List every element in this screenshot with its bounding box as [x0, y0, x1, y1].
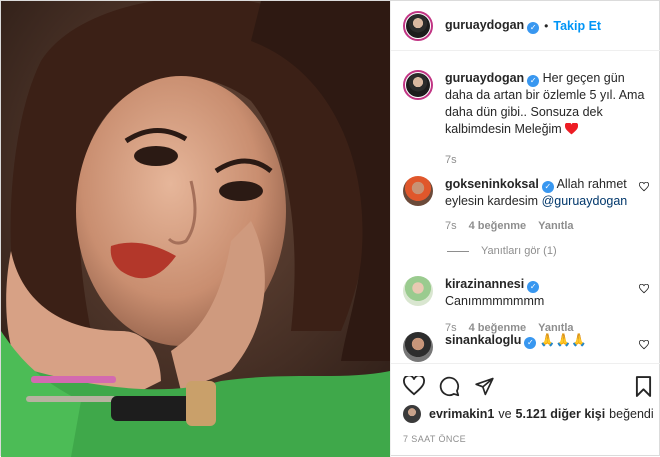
post-timestamp[interactable]: 7 SAAT ÖNCE [403, 434, 466, 444]
header-separator: • [544, 18, 549, 33]
post-actions: evrimakin1 ve 5.121 diğer kişi beğendi 7… [391, 363, 660, 457]
comment-bubble-icon[interactable] [439, 376, 460, 397]
comment-item: sinankaloglu ✓ 🙏🙏🙏 [403, 332, 653, 362]
reply-button[interactable]: Yanıtla [538, 218, 573, 235]
caption-avatar[interactable] [403, 70, 433, 100]
follow-button[interactable]: Takip Et [553, 19, 601, 33]
comment-username[interactable]: gokseninkoksal [445, 177, 539, 191]
view-replies-label[interactable]: Yanıtları gör (1) [481, 245, 557, 257]
likes-suffix: beğendi [609, 407, 654, 421]
author-avatar[interactable] [403, 10, 433, 41]
comment-time[interactable]: 7s [445, 218, 457, 235]
verified-badge-icon: ✓ [527, 281, 540, 293]
comment-avatar[interactable] [403, 176, 433, 206]
comment-item: gokseninkoksal ✓ Allah rahmet eylesin kar… [403, 176, 653, 235]
likes-connector: ve [498, 407, 512, 421]
comment-text: Canımmmmmmm [445, 294, 545, 308]
like-heart-icon[interactable] [403, 376, 425, 396]
likes-others-count[interactable]: 5.121 diğer kişi [516, 407, 606, 421]
comment-like-heart-icon[interactable] [639, 182, 649, 192]
comment-text: 🙏🙏🙏 [539, 333, 587, 347]
view-replies-button[interactable]: Yanıtları gör (1) [447, 245, 557, 257]
likes-summary[interactable]: evrimakin1 ve 5.121 diğer kişi beğendi [403, 405, 654, 423]
comment-username[interactable]: sinankaloglu [445, 333, 521, 347]
post-header: guruaydogan ✓ • Takip Et [391, 1, 660, 51]
share-direct-icon[interactable] [474, 376, 495, 396]
caption-username[interactable]: guruaydogan [445, 71, 524, 85]
caption: guruaydogan ✓ Her geçen gün daha da artan… [403, 70, 653, 169]
replies-divider [447, 250, 469, 252]
verified-badge-icon: ✓ [524, 337, 537, 349]
comment-likes[interactable]: 4 beğenme [469, 218, 526, 235]
comment-mention[interactable]: @guruaydogan [542, 194, 628, 208]
comment-like-heart-icon[interactable] [639, 284, 649, 294]
portrait-image [1, 1, 390, 457]
red-heart-emoji-icon [565, 122, 579, 135]
post-side-panel: guruaydogan ✓ • Takip Et guruaydogan ✓ Her… [390, 1, 660, 457]
comment-item: kirazinannesi ✓ Canımmmmmmm 7s 4 beğenme … [403, 276, 653, 337]
instagram-post: guruaydogan ✓ • Takip Et guruaydogan ✓ Her… [0, 0, 660, 457]
comment-avatar[interactable] [403, 332, 433, 362]
comment-like-heart-icon[interactable] [639, 340, 649, 350]
comment-avatar[interactable] [403, 276, 433, 306]
author-username-text[interactable]: guruaydogan [445, 18, 524, 32]
bookmark-save-icon[interactable] [635, 376, 652, 397]
comment-username[interactable]: kirazinannesi [445, 277, 524, 291]
comments-list[interactable]: guruaydogan ✓ Her geçen gün daha da artan… [391, 52, 660, 362]
verified-badge-icon: ✓ [541, 181, 554, 193]
author-username[interactable]: guruaydogan ✓ [445, 18, 540, 34]
caption-time[interactable]: 7s [445, 152, 457, 169]
liker-username[interactable]: evrimakin1 [429, 407, 494, 421]
liker-avatar [403, 405, 421, 423]
post-photo[interactable] [1, 1, 390, 457]
verified-badge-icon: ✓ [527, 21, 540, 34]
verified-badge-icon: ✓ [527, 75, 540, 87]
